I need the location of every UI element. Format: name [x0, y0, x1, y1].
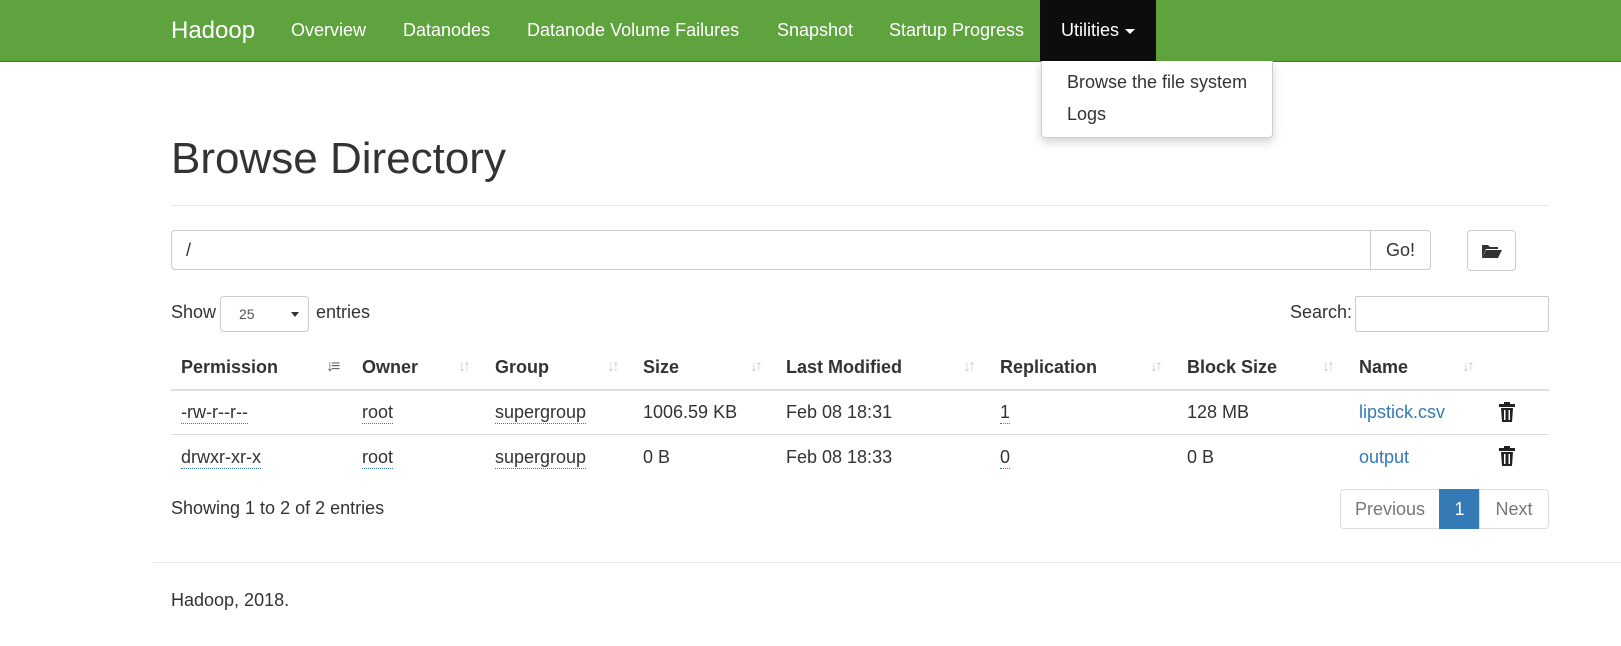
column-header-size[interactable]: Size	[643, 357, 679, 378]
permission-link[interactable]: -rw-r--r--	[181, 402, 248, 424]
folder-open-icon	[1481, 244, 1502, 258]
group-link[interactable]: supergroup	[495, 447, 587, 469]
sort-icon[interactable]: ↓↑	[963, 358, 976, 376]
nav-datanodes[interactable]: Datanodes	[403, 0, 490, 61]
search-label: Search:	[1290, 302, 1353, 322]
table-row-1-owner[interactable]: root	[362, 402, 394, 424]
top-navbar: Hadoop Overview Datanodes Datanode Volum…	[0, 0, 1621, 62]
entries-per-page-select[interactable]: 25	[220, 296, 309, 332]
entries-label: entries	[316, 302, 371, 322]
nav-startup-progress[interactable]: Startup Progress	[889, 0, 1024, 61]
table-row-1-block-size: 128 MB	[1187, 402, 1250, 422]
trash-icon[interactable]	[1499, 446, 1515, 466]
menu-item-logs[interactable]: Logs	[1067, 104, 1106, 125]
column-header-block-size[interactable]: Block Size	[1187, 357, 1277, 378]
search-input[interactable]	[1355, 296, 1549, 332]
menu-item-browse-file-system[interactable]: Browse the file system	[1067, 72, 1247, 93]
table-row-1-permission[interactable]: -rw-r--r--	[181, 402, 248, 424]
sort-icon[interactable]: ↓↑	[607, 358, 620, 376]
table-row-1-replication[interactable]: 1	[1000, 402, 1011, 424]
table-header-divider	[171, 389, 1549, 391]
column-header-replication[interactable]: Replication	[1000, 357, 1097, 378]
table-row-2-group[interactable]: supergroup	[495, 447, 587, 469]
column-header-name[interactable]: Name	[1359, 357, 1408, 378]
nav-snapshot[interactable]: Snapshot	[777, 0, 853, 61]
row-divider	[171, 434, 1549, 435]
divider	[171, 205, 1549, 206]
table-row-2-permission[interactable]: drwxr-xr-x	[181, 447, 261, 469]
directory-path-input[interactable]: /	[171, 230, 1371, 270]
create-directory-button[interactable]	[1467, 230, 1516, 271]
page-title: Browse Directory	[171, 134, 506, 183]
table-row-2-replication[interactable]: 0	[1000, 447, 1011, 469]
go-button[interactable]: Go!	[1370, 230, 1431, 270]
table-row-1-group[interactable]: supergroup	[495, 402, 587, 424]
sort-asc-icon[interactable]: ↓≡	[326, 358, 340, 376]
entries-select-value: 25	[239, 306, 255, 322]
column-header-last-modified[interactable]: Last Modified	[786, 357, 902, 378]
sort-icon[interactable]: ↓↑	[1322, 358, 1335, 376]
brand-logo[interactable]: Hadoop	[171, 0, 255, 61]
nav-utilities-label: Utilities	[1061, 20, 1120, 40]
column-header-group[interactable]: Group	[495, 357, 549, 378]
replication-link[interactable]: 0	[1000, 447, 1011, 469]
footer-text: Hadoop, 2018.	[171, 590, 290, 610]
owner-link[interactable]: root	[362, 402, 394, 424]
nav-datanode-volume-failures[interactable]: Datanode Volume Failures	[527, 0, 739, 61]
select-arrow-icon	[291, 312, 299, 317]
table-row-1-size: 1006.59 KB	[643, 402, 738, 422]
table-row-1-modified: Feb 08 18:31	[786, 402, 893, 422]
table-row-1-name-link[interactable]: lipstick.csv	[1359, 402, 1445, 423]
column-header-permission[interactable]: Permission	[181, 357, 278, 378]
permission-link[interactable]: drwxr-xr-x	[181, 447, 261, 469]
sort-icon[interactable]: ↓↑	[750, 358, 763, 376]
previous-button[interactable]: Previous	[1340, 489, 1440, 529]
page-1-button[interactable]: 1	[1439, 489, 1480, 529]
sort-icon[interactable]: ↓↑	[1462, 358, 1475, 376]
nav-overview[interactable]: Overview	[291, 0, 366, 61]
table-row-2-block-size: 0 B	[1187, 447, 1215, 467]
table-row-2-modified: Feb 08 18:33	[786, 447, 893, 467]
nav-utilities[interactable]: Utilities	[1040, 0, 1157, 61]
replication-link[interactable]: 1	[1000, 402, 1011, 424]
table-row-2-owner[interactable]: root	[362, 447, 394, 469]
utilities-dropdown-menu: Browse the file system Logs	[1041, 61, 1273, 138]
owner-link[interactable]: root	[362, 447, 394, 469]
footer-divider	[153, 562, 1621, 563]
trash-icon[interactable]	[1499, 402, 1515, 422]
sort-icon[interactable]: ↓↑	[458, 358, 471, 376]
group-link[interactable]: supergroup	[495, 402, 587, 424]
sort-icon[interactable]: ↓↑	[1150, 358, 1163, 376]
caret-down-icon	[1125, 28, 1136, 34]
column-header-owner[interactable]: Owner	[362, 357, 418, 378]
show-label: Show	[171, 302, 217, 322]
table-row-2-name-link[interactable]: output	[1359, 447, 1409, 468]
table-row-2-size: 0 B	[643, 447, 671, 467]
next-button[interactable]: Next	[1479, 489, 1549, 529]
table-info: Showing 1 to 2 of 2 entries	[171, 498, 385, 518]
